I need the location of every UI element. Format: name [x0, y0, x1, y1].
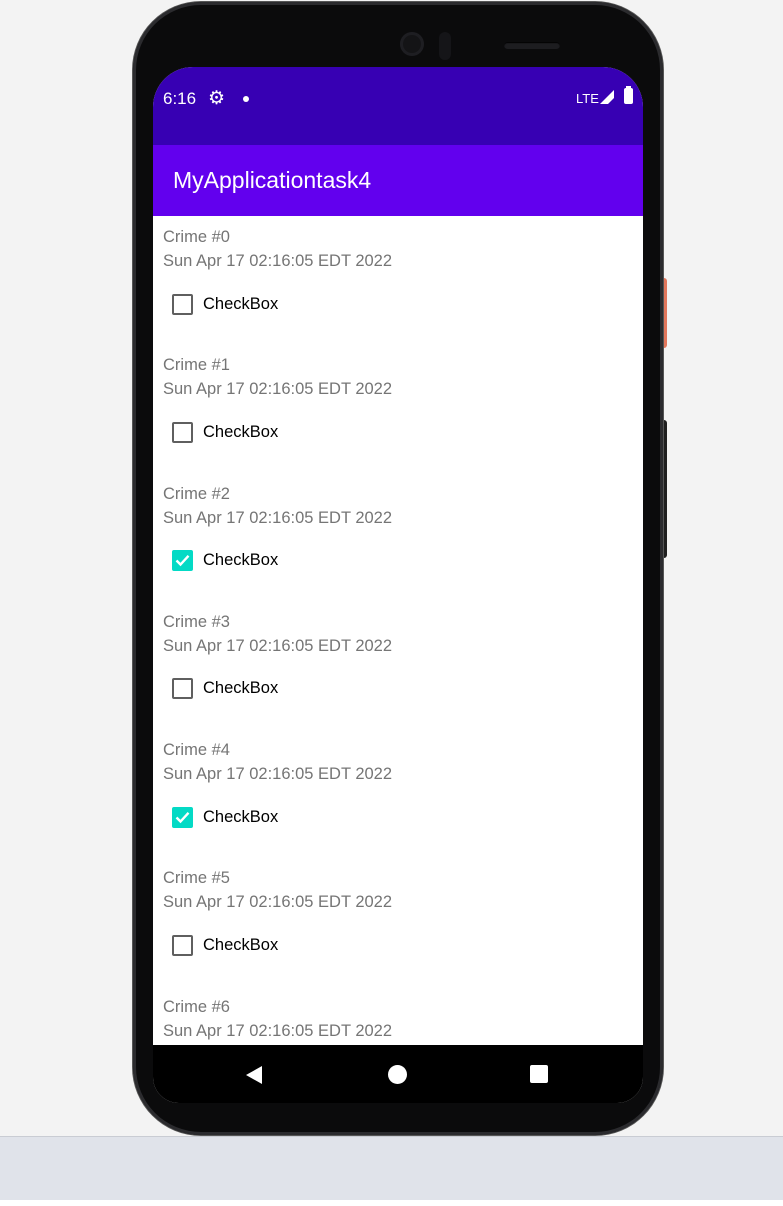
solved-checkbox-row[interactable]: CheckBox — [172, 677, 278, 701]
earpiece-speaker — [504, 42, 560, 49]
network-type: LTE — [576, 91, 599, 106]
crime-title: Crime #6 — [163, 997, 230, 1016]
app-bar: MyApplicationtask4 — [153, 145, 643, 216]
crime-title: Crime #5 — [163, 869, 230, 888]
crime-date: Sun Apr 17 02:16:05 EDT 2022 — [163, 765, 393, 784]
solved-checkbox-row[interactable]: CheckBox — [172, 292, 278, 316]
checkbox-label: CheckBox — [203, 422, 279, 441]
crime-list[interactable]: Crime #0 Sun Apr 17 02:16:05 EDT 2022 Ch… — [153, 216, 643, 1045]
crime-title: Crime #4 — [163, 741, 230, 760]
device-screen: 6:16 ⚙ LTE MyApplicationtask4 Crime #0 S… — [153, 67, 643, 1103]
solved-checkbox[interactable] — [172, 421, 193, 443]
checkmark-icon — [175, 555, 190, 567]
checkbox-label: CheckBox — [203, 679, 279, 698]
app-title: MyApplicationtask4 — [173, 167, 372, 193]
solved-checkbox[interactable] — [172, 934, 193, 956]
crime-date: Sun Apr 17 02:16:05 EDT 2022 — [163, 380, 393, 399]
checkmark-icon — [175, 811, 190, 823]
crime-title: Crime #3 — [163, 612, 230, 631]
home-icon[interactable] — [388, 1065, 407, 1084]
crime-list-item[interactable]: Crime #1 Sun Apr 17 02:16:05 EDT 2022 Ch… — [153, 344, 643, 472]
checkbox-label: CheckBox — [203, 935, 279, 954]
crime-date: Sun Apr 17 02:16:05 EDT 2022 — [163, 893, 393, 912]
crime-list-item[interactable]: Crime #2 Sun Apr 17 02:16:05 EDT 2022 Ch… — [153, 473, 643, 601]
solved-checkbox[interactable] — [172, 550, 193, 572]
crime-list-item[interactable]: Crime #5 Sun Apr 17 02:16:05 EDT 2022 Ch… — [153, 857, 643, 985]
sensor-icon — [439, 32, 451, 60]
solved-checkbox-row[interactable]: CheckBox — [172, 420, 278, 444]
crime-list-item[interactable]: Crime #0 Sun Apr 17 02:16:05 EDT 2022 Ch… — [153, 216, 643, 344]
recents-icon[interactable] — [530, 1065, 548, 1083]
signal-icon — [600, 90, 614, 104]
status-bar: 6:16 ⚙ LTE — [153, 67, 643, 145]
solved-checkbox-row[interactable]: CheckBox — [172, 805, 278, 829]
solved-checkbox[interactable] — [172, 678, 193, 700]
solved-checkbox-row[interactable]: CheckBox — [172, 549, 278, 573]
crime-date: Sun Apr 17 02:16:05 EDT 2022 — [163, 252, 393, 270]
crime-list-item[interactable]: Crime #4 Sun Apr 17 02:16:05 EDT 2022 Ch… — [153, 729, 643, 857]
front-camera-icon — [400, 32, 424, 56]
notification-dot-icon — [243, 96, 249, 102]
crime-title: Crime #1 — [163, 356, 230, 375]
back-icon[interactable] — [245, 1065, 263, 1085]
crime-list-item[interactable]: Crime #6 Sun Apr 17 02:16:05 EDT 2022 Ch… — [153, 986, 643, 1045]
emulator-bottom-edge — [0, 1200, 783, 1206]
crime-date: Sun Apr 17 02:16:05 EDT 2022 — [163, 1021, 393, 1040]
crime-title: Crime #0 — [163, 228, 230, 246]
checkbox-label: CheckBox — [203, 551, 279, 570]
solved-checkbox[interactable] — [172, 293, 193, 315]
battery-icon — [624, 86, 633, 104]
emulator-bottom-panel — [0, 1136, 783, 1201]
checkbox-label: CheckBox — [203, 807, 279, 826]
gear-icon: ⚙ — [208, 88, 226, 109]
crime-date: Sun Apr 17 02:16:05 EDT 2022 — [163, 508, 393, 527]
crime-title: Crime #2 — [163, 484, 230, 503]
status-time: 6:16 — [163, 89, 197, 108]
solved-checkbox[interactable] — [172, 806, 193, 828]
crime-list-item[interactable]: Crime #3 Sun Apr 17 02:16:05 EDT 2022 Ch… — [153, 601, 643, 729]
checkbox-label: CheckBox — [203, 294, 279, 313]
navigation-bar — [153, 1045, 643, 1103]
solved-checkbox-row[interactable]: CheckBox — [172, 933, 278, 957]
crime-date: Sun Apr 17 02:16:05 EDT 2022 — [163, 636, 393, 655]
